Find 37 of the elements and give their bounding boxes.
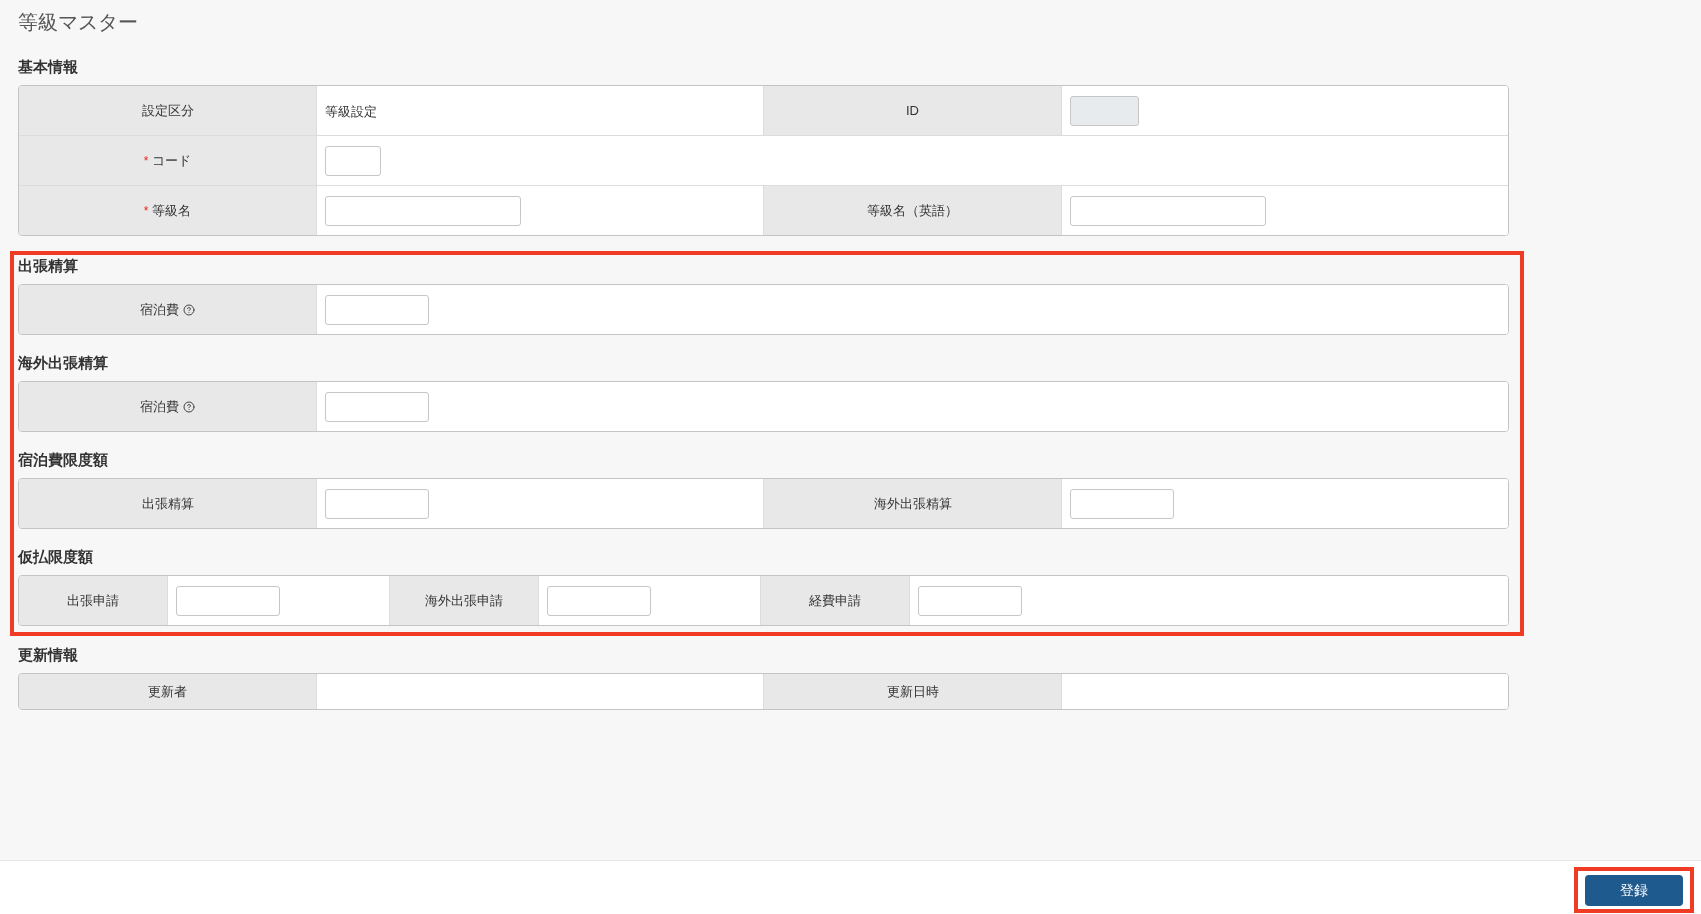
field-label: 海外出張精算 bbox=[873, 495, 952, 512]
help-icon[interactable] bbox=[183, 400, 195, 413]
help-icon[interactable] bbox=[183, 303, 195, 316]
required-mark: * bbox=[143, 152, 149, 169]
section-heading: 宿泊費限度額 bbox=[18, 450, 109, 470]
field-value: 等級設定 bbox=[325, 102, 377, 120]
field-label: 更新者 bbox=[148, 683, 187, 700]
field-label: 宿泊費 bbox=[140, 398, 179, 415]
input-field[interactable] bbox=[547, 586, 651, 616]
section-heading: 更新情報 bbox=[18, 645, 79, 665]
field-label: ID bbox=[906, 102, 919, 119]
field-label: コード bbox=[152, 152, 192, 169]
field-label: 設定区分 bbox=[141, 102, 194, 119]
input-field[interactable] bbox=[1070, 196, 1266, 226]
field-label: 海外出張申請 bbox=[425, 592, 503, 609]
field-label: 経費申請 bbox=[809, 592, 861, 609]
input-field[interactable] bbox=[1070, 489, 1174, 519]
submit-button[interactable]: 登録 bbox=[1585, 875, 1683, 906]
input-field[interactable] bbox=[918, 586, 1022, 616]
input-field[interactable] bbox=[325, 295, 429, 325]
field-label: 等級名（英語） bbox=[867, 202, 958, 219]
input-field[interactable] bbox=[325, 392, 429, 422]
input-field[interactable] bbox=[176, 586, 280, 616]
field-label: 更新日時 bbox=[886, 683, 939, 700]
section-heading: 基本情報 bbox=[18, 57, 79, 77]
required-mark: * bbox=[143, 202, 149, 219]
field-label: 等級名 bbox=[152, 202, 192, 219]
field-label: 出張申請 bbox=[67, 592, 119, 609]
input-field[interactable] bbox=[325, 146, 381, 176]
input-field[interactable] bbox=[325, 196, 521, 226]
field-label: 宿泊費 bbox=[140, 301, 179, 318]
field-label: 出張精算 bbox=[141, 495, 194, 512]
section-heading: 海外出張精算 bbox=[18, 353, 109, 373]
section-heading: 仮払限度額 bbox=[18, 547, 94, 567]
page-title: 等級マスター bbox=[18, 10, 139, 34]
section-heading: 出張精算 bbox=[18, 256, 79, 276]
input-field[interactable] bbox=[325, 489, 429, 519]
